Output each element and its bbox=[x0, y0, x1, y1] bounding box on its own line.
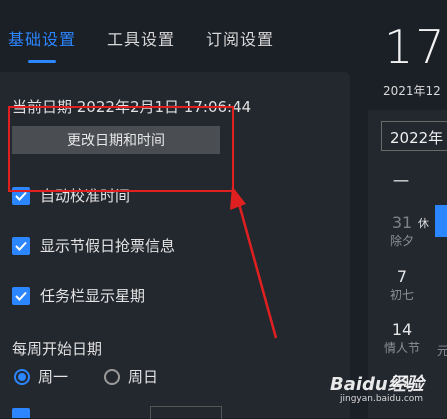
annotation-arrow-icon bbox=[230, 186, 278, 339]
watermark-logo: Baidu经验 bbox=[330, 374, 424, 395]
baidu-watermark: Baidu经验 jingyan.baidu.com bbox=[330, 370, 424, 404]
watermark-url: jingyan.baidu.com bbox=[340, 394, 424, 404]
